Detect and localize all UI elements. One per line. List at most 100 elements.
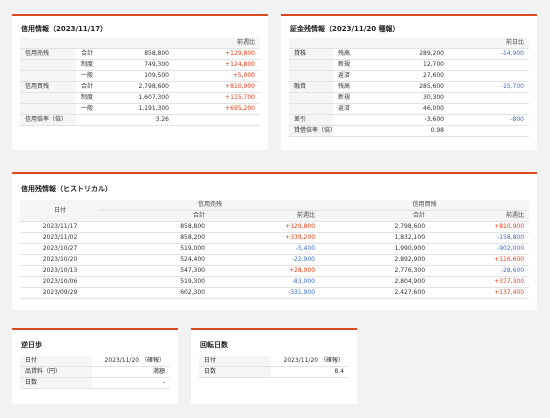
row-buy-change: -902,000 [430, 243, 530, 256]
row-buy-total: 2,892,900 [320, 254, 431, 267]
credit-info-title: 信用情報（2023/11/17） [21, 25, 108, 33]
column-header-date: 日付 [20, 200, 100, 223]
historical-table: 日付 信用売残 信用買残 合計 前週比 合計 前週比 2023/11/17 858… [20, 200, 530, 300]
row-change: -800 [449, 114, 529, 127]
row-value: 0.98 [363, 125, 449, 138]
table-row: 貸借倍率（倍） 0.98 [289, 125, 529, 138]
group-header-sell: 信用売残 [100, 200, 321, 212]
row-label: 日数 [20, 377, 92, 390]
group-header-buy: 信用買残 [320, 200, 530, 212]
row-label: 合計 [76, 48, 106, 61]
row-value: 8.4 [271, 366, 349, 379]
row-sell-change: -22,900 [210, 254, 321, 267]
row-value: 289,200 [363, 48, 449, 61]
table-row: 返済 46,000 [289, 103, 529, 116]
row-value: 30,300 [363, 92, 449, 105]
row-buy-total: 1,832,100 [320, 232, 431, 245]
row-value: 2,798,600 [106, 81, 174, 94]
table-row: 品貸料（円） 満額 [20, 366, 170, 379]
table-row: 日数 8.4 [199, 366, 349, 379]
table-row: 貸株 残高 289,200 -14,900 [289, 48, 529, 61]
row-buy-total: 2,776,300 [320, 265, 431, 278]
row-group-label [289, 92, 333, 105]
table-row: 新規 12,700 [289, 59, 529, 72]
row-buy-change: +810,900 [430, 221, 530, 234]
row-label: 新規 [333, 92, 363, 105]
row-group-label: 貸借倍率（倍） [289, 125, 333, 138]
table-row: 信用買残 合計 2,798,600 +810,900 [20, 81, 260, 94]
row-value: 3.26 [106, 114, 174, 127]
row-sell-change: -331,900 [210, 287, 321, 300]
historical-panel: 信用残情報（ヒストリカル） 日付 信用売残 信用買残 合計 前週比 合計 前週比… [12, 172, 537, 310]
row-value: 858,800 [106, 48, 174, 61]
row-label: 日付 [20, 356, 92, 368]
row-value: 27,600 [363, 70, 449, 83]
table-row: 日付 2023/11/20 （確報） [20, 356, 170, 368]
row-change [449, 92, 529, 105]
historical-title: 信用残情報（ヒストリカル） [21, 185, 112, 193]
table-row: 信用売残 合計 858,800 +129,800 [20, 48, 260, 61]
row-sell-total: 519,300 [100, 276, 210, 289]
gyakuhibu-title: 逆日歩 [21, 341, 42, 349]
kaiten-title: 回転日数 [200, 341, 228, 349]
row-label: 制度 [76, 59, 106, 72]
row-sell-change: -5,400 [210, 243, 321, 256]
table-row: 一般 109,500 +5,000 [20, 70, 260, 83]
row-change: +810,900 [174, 81, 260, 94]
row-sell-total: 519,000 [100, 243, 210, 256]
credit-info-panel: 信用情報（2023/11/17） 前週比 信用売残 合計 858,800 +129,8… [12, 14, 268, 150]
row-buy-total: 2,798,600 [320, 221, 431, 234]
row-date: 2023/10/13 [20, 265, 100, 278]
row-sell-total: 858,200 [100, 232, 210, 245]
row-label: 日付 [199, 356, 271, 368]
table-row: 制度 749,300 +124,800 [20, 59, 260, 72]
row-group-label [20, 59, 76, 72]
column-header-change: 前日比 [449, 38, 529, 50]
table-row: 2023/10/27 519,000 -5,400 1,990,900 -902,000 [20, 243, 530, 256]
kaiten-table: 日付 2023/11/20 （確報） 日数 8.4 [199, 356, 349, 379]
row-sell-change: -83,000 [210, 276, 321, 289]
table-row: 2023/11/17 858,800 +129,800 2,798,600 +810,9… [20, 221, 530, 234]
margin-info-title: 証金残情報（2023/11/20 種報） [290, 25, 400, 33]
row-change: -14,900 [449, 48, 529, 61]
row-group-label [289, 59, 333, 72]
row-date: 2023/10/27 [20, 243, 100, 256]
margin-info-table: 前日比 貸株 残高 289,200 -14,900 新規 12,700 返済 27,600 融資… [289, 38, 529, 138]
row-date: 2023/11/17 [20, 221, 100, 234]
row-label: 一般 [76, 70, 106, 83]
row-sell-total: 858,800 [100, 221, 210, 234]
row-label [333, 114, 363, 127]
row-sell-total: 547,300 [100, 265, 210, 278]
row-group-label [20, 92, 76, 105]
table-row: 返済 27,600 [289, 70, 529, 83]
row-group-label: 信用買残 [20, 81, 76, 94]
table-row: 制度 1,607,300 +115,700 [20, 92, 260, 105]
row-change: +124,800 [174, 59, 260, 72]
table-row: 新規 30,300 [289, 92, 529, 105]
row-date: 2023/11/02 [20, 232, 100, 245]
row-label: 返済 [333, 70, 363, 83]
table-row: 差引 -3,600 -800 [289, 114, 529, 127]
row-value: 1,191,300 [106, 103, 174, 116]
row-date: 2023/10/06 [20, 276, 100, 289]
row-label [76, 114, 106, 127]
row-value: 12,700 [363, 59, 449, 72]
margin-info-panel: 証金残情報（2023/11/20 種報） 前日比 貸株 残高 289,200 -14,… [281, 14, 537, 150]
column-header-buy-total: 合計 [320, 210, 431, 223]
row-change [449, 59, 529, 72]
kaiten-panel: 回転日数 日付 2023/11/20 （確報） 日数 8.4 [191, 328, 357, 404]
table-row: 一般 1,191,300 +695,200 [20, 103, 260, 116]
row-value: 749,300 [106, 59, 174, 72]
row-buy-change: -28,600 [430, 265, 530, 278]
row-label: 新規 [333, 59, 363, 72]
row-group-label [289, 103, 333, 116]
table-row: 融資 残高 285,600 -15,700 [289, 81, 529, 94]
row-buy-total: 2,427,600 [320, 287, 431, 300]
row-buy-change: +116,600 [430, 254, 530, 267]
row-change [449, 125, 529, 138]
credit-info-table: 前週比 信用売残 合計 858,800 +129,800 制度 749,300 +124,8… [20, 38, 260, 127]
row-sell-total: 602,300 [100, 287, 210, 300]
table-header-row: 前週比 [20, 38, 260, 50]
row-change [174, 114, 260, 127]
row-change: +129,800 [174, 48, 260, 61]
